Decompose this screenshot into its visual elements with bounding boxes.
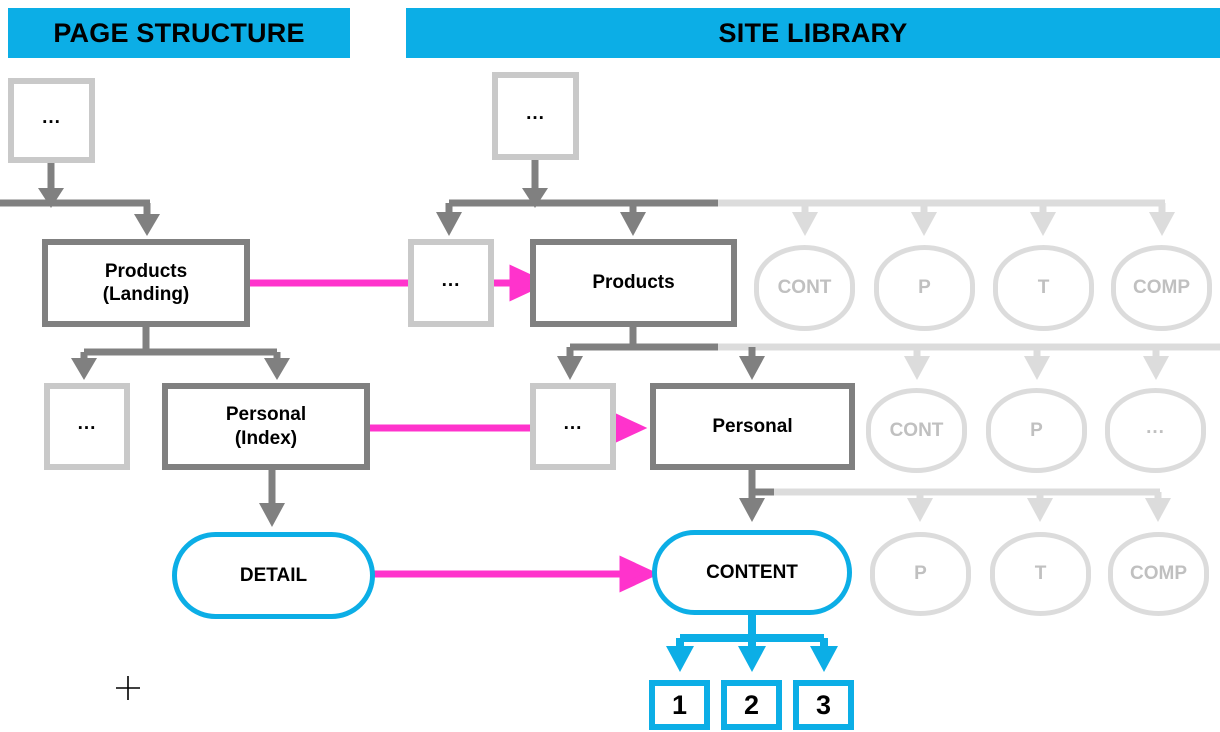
page-structure-products-landing-node[interactable]: Products (Landing) <box>42 239 250 327</box>
site-library-content-child-2[interactable]: 2 <box>721 680 782 730</box>
site-library-component-row2-p[interactable]: P <box>986 388 1087 473</box>
site-library-component-row3-comp[interactable]: COMP <box>1108 532 1209 616</box>
blob-label: CONT <box>889 419 944 441</box>
site-library-component-row1-t[interactable]: T <box>993 245 1094 331</box>
site-library-root-node[interactable]: ... <box>492 72 579 160</box>
blob-label: COMP <box>1133 277 1190 298</box>
node-label: ... <box>42 107 61 128</box>
crosshair-cursor <box>116 676 140 700</box>
node-label: CONTENT <box>706 561 798 583</box>
blob-label: T <box>1037 277 1050 298</box>
site-library-component-row1-comp[interactable]: COMP <box>1111 245 1212 331</box>
site-library-row1-sibling-node[interactable]: ... <box>408 239 494 327</box>
site-library-content-child-3[interactable]: 3 <box>793 680 854 730</box>
site-library-component-row3-t[interactable]: T <box>990 532 1091 616</box>
blob-label: ... <box>1146 417 1165 438</box>
node-label-line2: (Landing) <box>102 284 190 305</box>
site-library-component-row2-more[interactable]: ... <box>1105 388 1206 473</box>
page-structure-detail-node[interactable]: DETAIL <box>172 532 375 619</box>
page-structure-header: PAGE STRUCTURE <box>8 8 350 58</box>
page-structure-root-node[interactable]: ... <box>8 78 95 163</box>
node-label: ... <box>441 269 461 291</box>
site-library-component-row1-cont[interactable]: CONT <box>754 245 855 331</box>
site-library-row2-sibling-node[interactable]: ... <box>530 383 616 470</box>
node-label: Personal <box>712 415 793 437</box>
node-label: 1 <box>671 689 688 720</box>
site-library-personal-node[interactable]: Personal <box>650 383 855 470</box>
node-label: ... <box>77 413 97 434</box>
node-label: 2 <box>743 689 760 720</box>
node-label: DETAIL <box>239 564 308 586</box>
site-library-content-child-1[interactable]: 1 <box>649 680 710 730</box>
site-library-content-node[interactable]: CONTENT <box>652 530 852 615</box>
site-library-component-row1-p[interactable]: P <box>874 245 975 331</box>
diagram-canvas: PAGE STRUCTURE SITE LIBRARY ... Products… <box>0 0 1220 732</box>
page-structure-personal-index-node[interactable]: Personal (Index) <box>162 383 370 470</box>
site-library-component-row3-p[interactable]: P <box>870 532 971 616</box>
site-library-component-row2-cont[interactable]: CONT <box>866 388 967 473</box>
node-label-line1: Personal <box>225 404 307 426</box>
node-label: Products <box>592 272 675 294</box>
node-label-line2: (Index) <box>234 427 298 449</box>
blob-label: P <box>918 277 931 298</box>
site-library-header: SITE LIBRARY <box>406 8 1220 58</box>
site-library-products-node[interactable]: Products <box>530 239 737 327</box>
blob-label: T <box>1034 563 1047 584</box>
page-structure-row2-sibling-node[interactable]: ... <box>44 383 130 470</box>
blob-label: P <box>914 563 927 584</box>
node-label: 3 <box>815 689 832 720</box>
blob-label: P <box>1030 419 1043 441</box>
node-label: ... <box>563 413 583 434</box>
node-label: ... <box>526 102 545 124</box>
blob-label: COMP <box>1130 563 1187 584</box>
node-label-line1: Products <box>104 260 188 282</box>
connector-wires <box>0 160 1220 672</box>
blob-label: CONT <box>777 277 832 298</box>
